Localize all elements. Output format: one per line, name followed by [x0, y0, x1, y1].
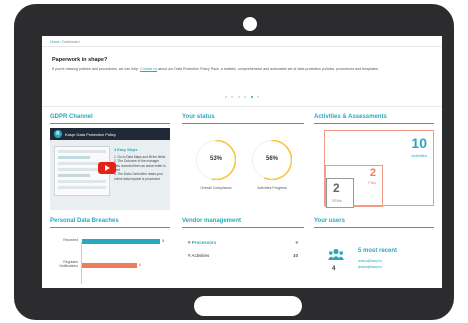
brand-logo-icon: K — [54, 130, 62, 138]
status-title: Your status — [182, 114, 304, 124]
banner-text: If you're missing policies and procedure… — [52, 67, 432, 71]
activities-title: Activities & Assessments — [314, 114, 434, 124]
promo-banner: Paperwork in shape? If you're missing po… — [42, 47, 442, 107]
breadcrumb-current: Dashboard — [62, 40, 80, 44]
play-icon[interactable] — [98, 162, 116, 174]
step-2: 2. The Outcome of the manager gets recor… — [114, 159, 166, 173]
vendor-value: 10 — [292, 253, 298, 258]
hash-icon: # — [188, 253, 191, 258]
status-panel: Your status 53% Overall Compliance 56% A… — [182, 114, 304, 210]
breaches-panel: Personal Data Breaches Recorded 3 Regula… — [50, 218, 170, 288]
video-steps: 3 Easy Steps 1. Go to Data Maps and fill… — [114, 148, 166, 181]
dpias-box[interactable]: 2 DPIAs — [326, 178, 354, 208]
banner-text-before: If you're missing policies and procedure… — [52, 67, 139, 71]
breach-count: 3 — [162, 238, 165, 243]
activities-progress-value: 56% — [265, 156, 278, 162]
pias-count: 2 — [369, 167, 376, 179]
carousel-dot[interactable] — [225, 96, 228, 98]
users-title: Your users — [314, 218, 434, 228]
video-title: Kaspr Data Protection Policy — [65, 131, 116, 137]
banner-title: Paperwork in shape? — [52, 57, 108, 63]
banner-text-after: about our Data Protection Policy Pack, a… — [158, 67, 379, 71]
users-icon — [328, 248, 344, 260]
activities-progress-label: Activities Progress — [257, 186, 287, 190]
breadcrumb: Home / Dashboard — [42, 36, 442, 47]
dashboard-screen: Home / Dashboard Paperwork in shape? If … — [42, 36, 442, 288]
vendor-title: Vendor management — [182, 218, 304, 228]
gdpr-channel-panel: GDPR Channel K Kaspr Data Protection Pol… — [50, 114, 170, 210]
breach-label: Recorded — [63, 238, 78, 242]
carousel-dot[interactable] — [250, 96, 253, 98]
dpias-count: 2 — [333, 181, 340, 195]
activities-label: Activities — [411, 153, 427, 158]
breach-count: 0 — [138, 262, 141, 267]
breaches-title: Personal Data Breaches — [50, 218, 170, 228]
users-summary: 4 5 most recent rebeca@kaspr.io jessica@… — [314, 228, 434, 288]
breach-label: Regulator Notifications — [59, 260, 78, 269]
carousel-dot[interactable] — [237, 96, 240, 98]
dpias-label: DPIAs — [332, 199, 342, 203]
carousel-dot[interactable] — [231, 96, 234, 98]
breach-row-recorded[interactable]: Recorded 3 — [50, 236, 170, 250]
breach-row-notifications[interactable]: Regulator Notifications 0 — [50, 260, 170, 274]
video-player[interactable]: K Kaspr Data Protection Policy 3 Easy St… — [50, 128, 170, 210]
vendor-label: Processors — [191, 240, 217, 245]
vendor-value: 9 — [295, 240, 298, 245]
hash-icon: # — [188, 240, 191, 245]
overall-compliance-label: Overall Compliance — [200, 186, 232, 190]
pias-box[interactable]: 2 PIAs 2 DPIAs — [325, 165, 383, 208]
vendor-panel: Vendor management # Processors 9 # Activ… — [182, 218, 304, 288]
vendor-row-activities[interactable]: # Activities 10 — [182, 253, 304, 258]
overall-compliance-gauge: 53% — [196, 140, 236, 180]
carousel-dots[interactable] — [42, 96, 442, 98]
vendor-row-processors[interactable]: # Processors 9 — [182, 240, 304, 245]
activities-boxes: 10 Activities 2 PIAs 2 DPIAs — [314, 126, 434, 208]
breadcrumb-home[interactable]: Home — [50, 40, 59, 44]
video-header: K Kaspr Data Protection Policy — [50, 128, 170, 140]
camera-icon — [243, 17, 257, 31]
activities-panel: Activities & Assessments 10 Activities 2… — [314, 114, 434, 210]
gdpr-channel-title: GDPR Channel — [50, 114, 170, 124]
breach-bar — [82, 239, 160, 244]
users-panel: Your users 4 5 most recent rebeca@kaspr.… — [314, 218, 434, 288]
home-button[interactable] — [194, 296, 302, 316]
activities-count: 10 — [411, 135, 427, 151]
activities-box[interactable]: 10 Activities 2 PIAs 2 DPIAs — [324, 130, 434, 208]
carousel-dot[interactable] — [244, 96, 247, 98]
step-3: 3. The Data Controllers reads your onlin… — [114, 172, 163, 181]
pias-label: PIAs — [368, 181, 376, 185]
contact-us-link[interactable]: Contact us — [140, 67, 157, 71]
status-gauges: 53% Overall Compliance 56% Activities Pr… — [182, 124, 304, 204]
carousel-dot[interactable] — [256, 96, 259, 98]
user-email[interactable]: rebeca@kaspr.io — [358, 259, 382, 263]
vendor-label: Activities — [191, 253, 210, 258]
breach-bar — [82, 263, 137, 268]
recent-users-title: 5 most recent — [358, 248, 398, 254]
user-email[interactable]: jessica@kaspr.io — [358, 265, 382, 269]
activities-progress-gauge: 56% — [252, 140, 292, 180]
steps-heading: 3 Easy Steps — [114, 148, 138, 152]
overall-compliance-value: 53% — [209, 156, 222, 162]
breaches-chart: Recorded 3 Regulator Notifications 0 — [50, 236, 170, 288]
users-count: 4 — [332, 266, 336, 272]
